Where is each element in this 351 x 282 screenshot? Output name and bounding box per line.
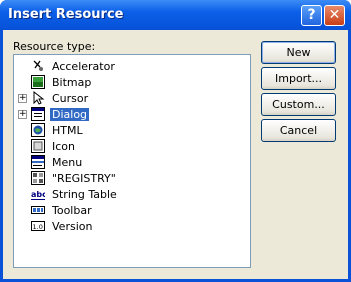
resource-type-label: Resource type:: [13, 40, 96, 53]
tree-item-icon[interactable]: Icon: [31, 138, 77, 154]
version-icon: 1.0: [31, 219, 45, 233]
tree-item-toolbar[interactable]: Toolbar: [31, 202, 94, 218]
dialog-icon: [31, 107, 45, 121]
tree-item-registry[interactable]: "REGISTRY": [31, 170, 118, 186]
registry-icon: [31, 171, 45, 185]
tree-item-label: Accelerator: [52, 59, 115, 73]
tree-item-label: Cursor: [52, 91, 89, 105]
menu-icon: [31, 155, 45, 169]
tree-item-accelerator[interactable]: Accelerator: [31, 58, 117, 74]
tree-item-bitmap[interactable]: Bitmap: [31, 74, 93, 90]
tree-item-label: HTML: [52, 123, 83, 137]
toolbar-icon: [31, 203, 45, 217]
string-table-icon: abc: [31, 187, 47, 201]
tree-item-label: String Table: [52, 187, 117, 201]
close-button[interactable]: ✕: [324, 5, 345, 26]
tree-item-label: Menu: [52, 155, 83, 169]
icon-resource-icon: [31, 139, 45, 153]
tree-item-dialog[interactable]: Dialog: [31, 106, 91, 122]
tree-item-string-table[interactable]: abc String Table: [31, 186, 119, 202]
dialog-window: Insert Resource ? ✕ Resource type: Accel…: [0, 0, 351, 282]
tree-item-label: Toolbar: [52, 203, 92, 217]
import-button[interactable]: Import...: [261, 67, 336, 90]
custom-button[interactable]: Custom...: [261, 93, 336, 116]
dialog-body: Resource type: Accelerator Bitmap + Curs…: [3, 30, 348, 279]
tree-item-menu[interactable]: Menu: [31, 154, 84, 170]
tree-item-html[interactable]: HTML: [31, 122, 85, 138]
resource-type-tree[interactable]: Accelerator Bitmap + Cursor + Dialog HTM…: [13, 54, 251, 268]
bitmap-icon: [31, 75, 45, 89]
tree-item-label: Dialog: [48, 106, 91, 122]
svg-text:1.0: 1.0: [33, 223, 43, 231]
cursor-icon: [31, 90, 45, 105]
help-button[interactable]: ?: [301, 5, 322, 26]
tree-item-label: Version: [52, 219, 93, 233]
tree-item-label: "REGISTRY": [52, 171, 116, 185]
tree-item-cursor[interactable]: Cursor: [31, 90, 90, 106]
accelerator-icon: [31, 59, 45, 73]
tree-item-version[interactable]: 1.0 Version: [31, 218, 94, 234]
expand-cursor-toggle[interactable]: +: [18, 94, 27, 103]
svg-text:abc: abc: [31, 190, 45, 199]
cancel-button[interactable]: Cancel: [261, 119, 336, 142]
title-bar[interactable]: Insert Resource ? ✕: [0, 0, 351, 30]
tree-item-label: Bitmap: [52, 75, 92, 89]
tree-item-label: Icon: [52, 139, 75, 153]
html-icon: [31, 123, 45, 137]
expand-dialog-toggle[interactable]: +: [18, 110, 27, 119]
window-title: Insert Resource: [8, 7, 124, 22]
new-button[interactable]: New: [261, 41, 336, 64]
